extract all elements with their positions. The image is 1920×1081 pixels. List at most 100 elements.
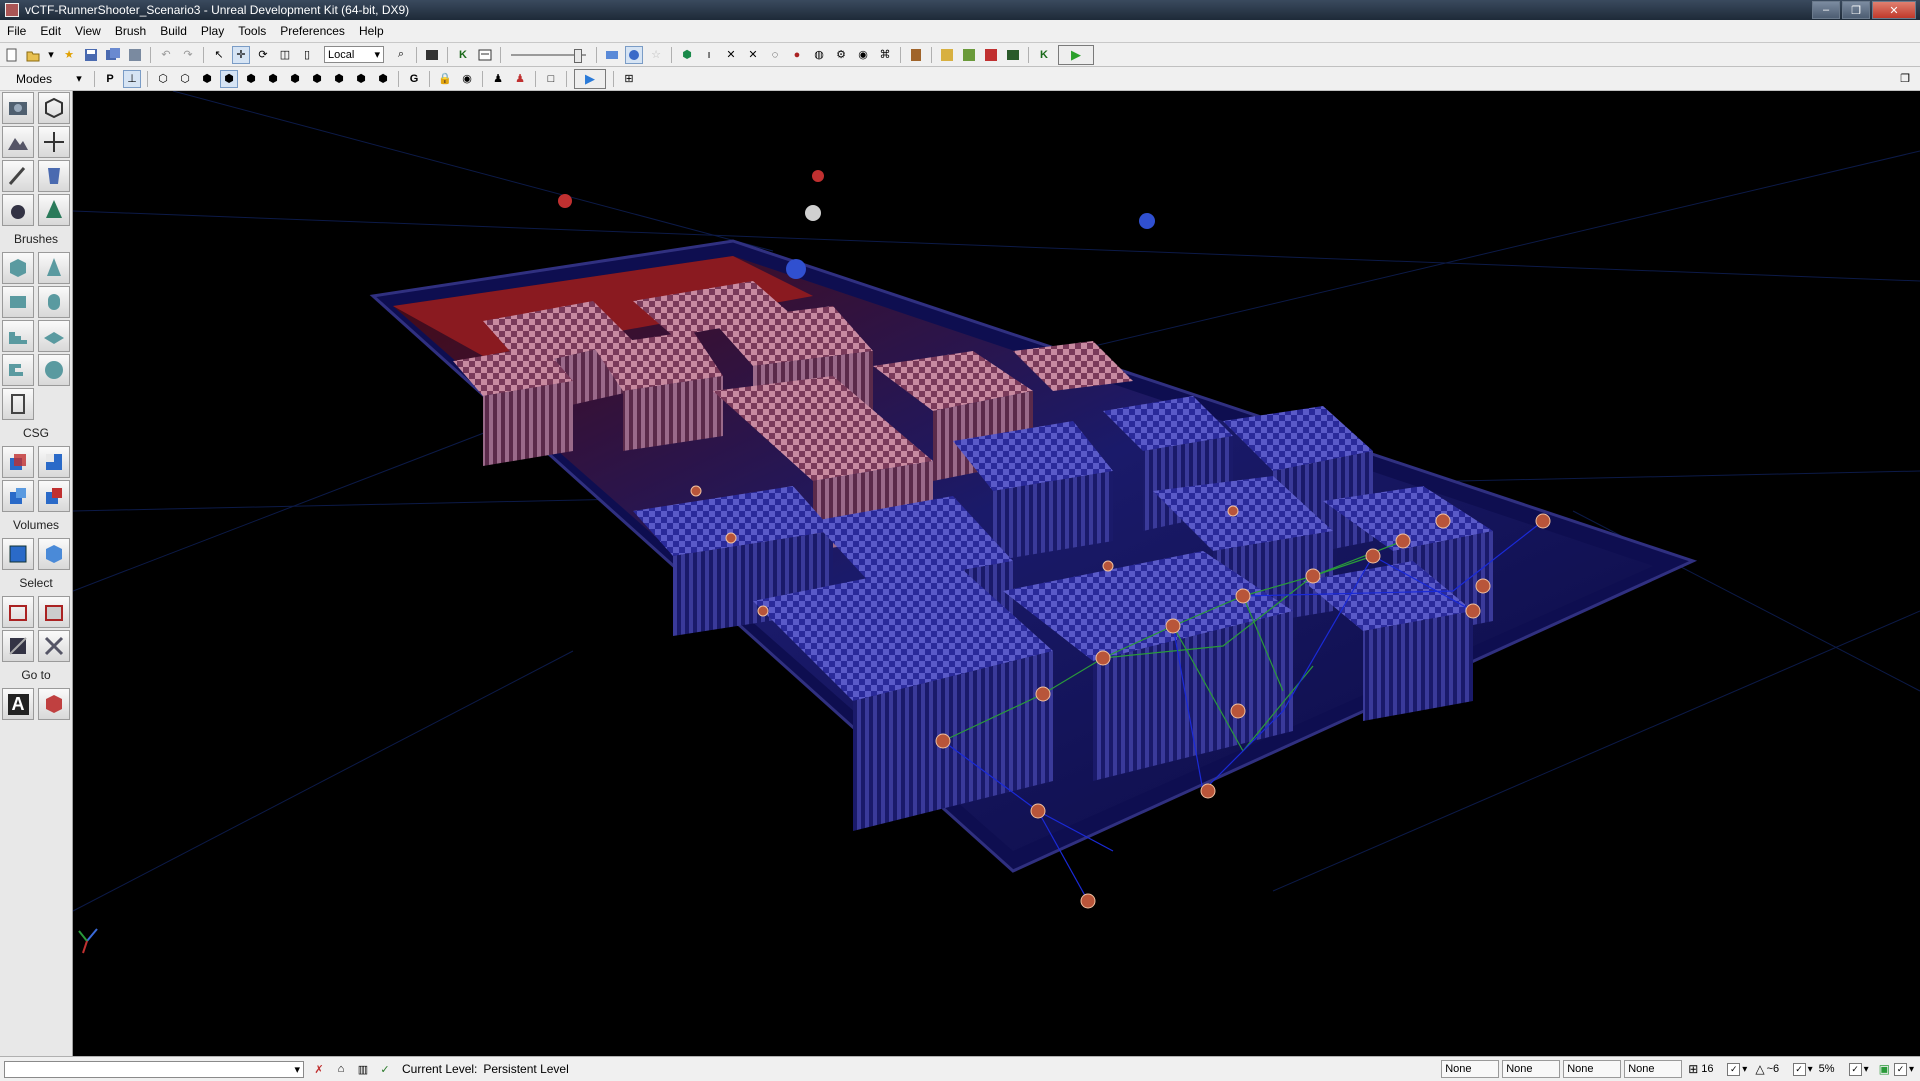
stop-icon[interactable]: □ xyxy=(542,70,560,88)
auto-save-icon[interactable]: ✓ xyxy=(376,1060,394,1078)
menu-brush[interactable]: Brush xyxy=(108,20,153,42)
matinee-icon[interactable] xyxy=(423,46,441,64)
drag-grid-toggle-icon[interactable]: ✗ xyxy=(310,1060,328,1078)
csg-intersect-icon[interactable] xyxy=(2,480,34,512)
light-bulb-icon[interactable]: ◉ xyxy=(854,46,872,64)
show-all-icon[interactable] xyxy=(38,630,70,662)
select-invert-icon[interactable] xyxy=(2,630,34,662)
lit-icon[interactable]: ⬢ xyxy=(220,69,238,88)
csg-add-icon[interactable] xyxy=(2,446,34,478)
perspective-viewport[interactable] xyxy=(73,91,1920,1056)
goto-actor-button[interactable]: A xyxy=(2,688,34,720)
autosave-checkbox[interactable]: ✓ xyxy=(1893,1062,1907,1076)
menu-play[interactable]: Play xyxy=(194,20,231,42)
lock-icon[interactable]: 🔒 xyxy=(436,70,454,88)
wireframe-icon[interactable]: ⬡ xyxy=(176,70,194,88)
chevron-down-icon[interactable]: ▾ xyxy=(1742,1064,1747,1075)
build-star-icon[interactable]: ☆ xyxy=(647,46,665,64)
show-selected-icon[interactable] xyxy=(2,596,34,628)
play-in-viewport-button[interactable]: ▶ xyxy=(574,68,606,89)
content-browser-icon[interactable] xyxy=(476,46,494,64)
build-geometry-icon[interactable] xyxy=(603,46,621,64)
scale-mode-icon[interactable]: ◫ xyxy=(276,46,294,64)
grid-size-value[interactable]: 16 xyxy=(1701,1063,1727,1075)
top-view-icon[interactable]: ⊥ xyxy=(123,69,141,88)
menu-file[interactable]: File xyxy=(0,20,33,42)
rotate-mode-icon[interactable]: ⟳ xyxy=(254,46,272,64)
shader-complexity-icon[interactable]: ⬢ xyxy=(330,70,348,88)
sphere-brush-icon[interactable] xyxy=(38,354,70,386)
volumetric-brush-icon[interactable] xyxy=(2,388,34,420)
eye-icon[interactable]: ◉ xyxy=(458,70,476,88)
undo-icon[interactable]: ↶ xyxy=(157,46,175,64)
menu-view[interactable]: View xyxy=(68,20,108,42)
lighting-info-icon[interactable]: ● xyxy=(788,46,806,64)
light-map-icon[interactable]: ⬢ xyxy=(374,70,392,88)
actor-classes-icon[interactable] xyxy=(960,46,978,64)
geometry-mode-icon[interactable] xyxy=(38,92,70,124)
close-button[interactable]: ✕ xyxy=(1872,1,1916,19)
command-input[interactable]: ▾ xyxy=(4,1060,304,1078)
realtime-audio-icon[interactable]: ▣ xyxy=(1879,1062,1890,1076)
lighting-quality-icon[interactable]: ◌ xyxy=(766,46,784,64)
drag-grid-slider[interactable] xyxy=(511,47,586,63)
foliage-mode-icon[interactable] xyxy=(38,194,70,226)
kismet-icon[interactable]: K xyxy=(454,46,472,64)
unlit-icon[interactable]: ⬢ xyxy=(198,70,216,88)
mesh-paint-mode-icon[interactable] xyxy=(38,160,70,192)
terrain-mode-icon[interactable] xyxy=(2,126,34,158)
brush-wireframe-icon[interactable]: ⬡ xyxy=(154,70,172,88)
sheet-brush-icon[interactable] xyxy=(38,320,70,352)
lighting-tools-icon[interactable]: ⚙ xyxy=(832,46,850,64)
scale-snap-checkbox[interactable]: ✓ xyxy=(1848,1062,1862,1076)
build-all-icon[interactable]: ✕ xyxy=(722,46,740,64)
landscape-mode-icon[interactable] xyxy=(2,194,34,226)
add-volume-icon[interactable] xyxy=(2,538,34,570)
build-cover-icon[interactable]: ı xyxy=(700,46,718,64)
light-complexity-icon[interactable]: ⬢ xyxy=(286,70,304,88)
open-dropdown-icon[interactable]: ▾ xyxy=(46,46,56,64)
scale-nonuniform-icon[interactable]: ▯ xyxy=(298,46,316,64)
save-icon[interactable] xyxy=(82,46,100,64)
chevron-down-icon[interactable]: ▾ xyxy=(1864,1064,1869,1075)
build-all-submit-icon[interactable]: ✕ xyxy=(744,46,762,64)
play-in-editor-button[interactable]: ▶ xyxy=(1058,44,1094,65)
spiral-stair-brush-icon[interactable] xyxy=(2,354,34,386)
rotation-snap-checkbox[interactable]: ✓ xyxy=(1792,1062,1806,1076)
csg-subtract-icon[interactable] xyxy=(38,446,70,478)
linear-stair-brush-icon[interactable] xyxy=(2,320,34,352)
realtime-icon[interactable]: ♟ xyxy=(511,70,529,88)
lightmass-icon[interactable]: ◍ xyxy=(810,46,828,64)
viewport-options-icon[interactable]: ⊞ xyxy=(620,70,638,88)
cylinder-brush-icon[interactable] xyxy=(38,286,70,318)
menu-help[interactable]: Help xyxy=(352,20,391,42)
group-browser-icon[interactable] xyxy=(982,46,1000,64)
menu-tools[interactable]: Tools xyxy=(231,20,273,42)
hide-selected-icon[interactable] xyxy=(38,596,70,628)
chevron-down-icon[interactable]: ▾ xyxy=(1909,1064,1914,1075)
menu-preferences[interactable]: Preferences xyxy=(273,20,352,42)
maximize-button[interactable]: ❐ xyxy=(1842,1,1870,19)
texture-density-icon[interactable]: ⬢ xyxy=(308,70,326,88)
new-file-icon[interactable] xyxy=(2,46,20,64)
menu-edit[interactable]: Edit xyxy=(33,20,68,42)
select-mode-icon[interactable]: ↖ xyxy=(210,46,228,64)
csg-deintersect-icon[interactable] xyxy=(38,480,70,512)
menu-build[interactable]: Build xyxy=(153,20,194,42)
rotation-snap-value[interactable]: ~6 xyxy=(1767,1063,1793,1075)
texture-mode-icon[interactable] xyxy=(2,160,34,192)
scale-snap-value[interactable]: 5% xyxy=(1819,1063,1849,1075)
console-icon[interactable] xyxy=(1004,46,1022,64)
cone-brush-icon[interactable] xyxy=(38,252,70,284)
perspective-button[interactable]: P xyxy=(101,70,119,88)
volume-classes-icon[interactable] xyxy=(38,538,70,570)
restore-viewport-icon[interactable]: ❐ xyxy=(1896,70,1914,88)
chevron-down-icon[interactable]: ▾ xyxy=(1808,1064,1813,1075)
move-mode-icon[interactable] xyxy=(38,126,70,158)
redo-icon[interactable]: ↷ xyxy=(179,46,197,64)
split-view-icon[interactable]: ▥ xyxy=(354,1060,372,1078)
grid-snap-checkbox[interactable]: ✓ xyxy=(1727,1062,1741,1076)
cube-brush-icon[interactable] xyxy=(2,252,34,284)
modes-dropdown-icon[interactable]: ▾ xyxy=(70,70,88,88)
coordinate-system-dropdown[interactable]: Local ▾ xyxy=(324,46,384,63)
